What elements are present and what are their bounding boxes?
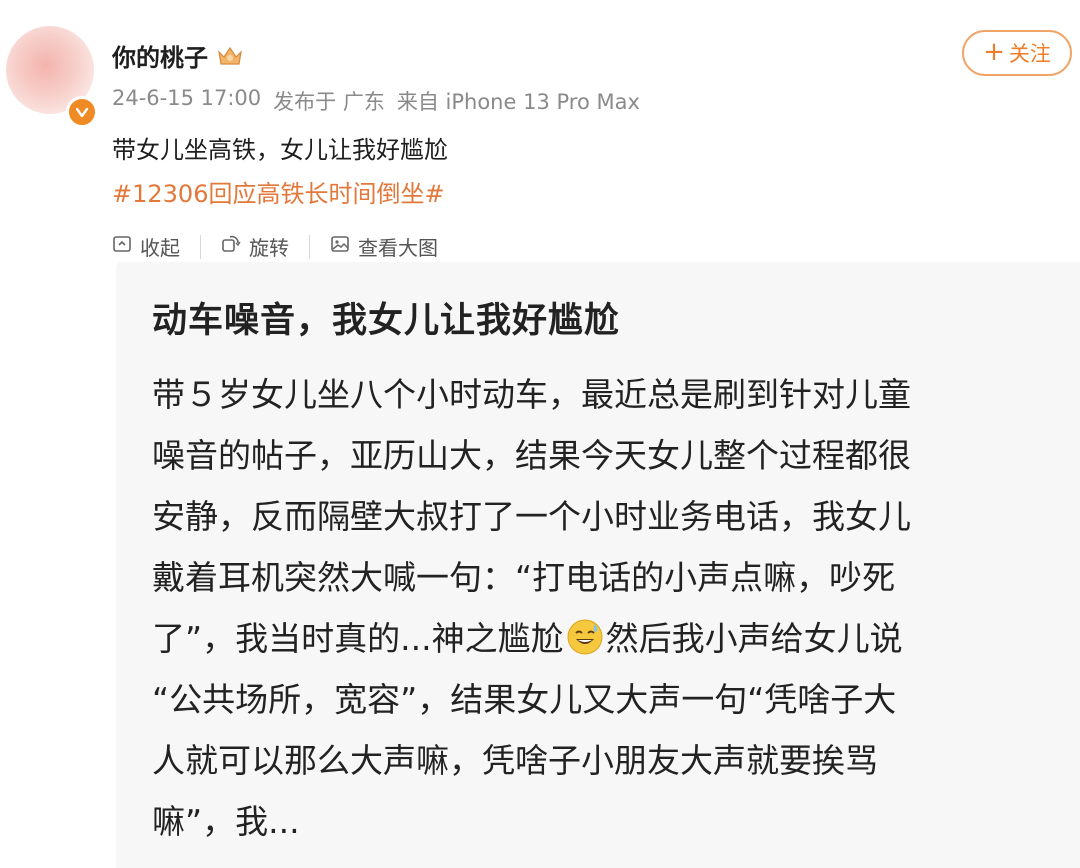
post-device: 来自 iPhone 13 Pro Max [396,90,640,114]
rotate-label: 旋转 [249,236,289,260]
view-large-button[interactable]: 查看大图 [330,232,438,261]
hashtag-link[interactable]: #12306回应高铁长时间倒坐# [112,174,445,209]
body-line: 戴着耳机突然大喊一句：“打电话的小声点嘛，吵死 [152,558,896,597]
collapse-icon [112,234,132,259]
body-line: 人就可以那么大声嘛，凭啥子小朋友大声就要挨骂 [152,741,878,780]
post-location: 发布于 广东 [273,90,385,114]
rotate-button[interactable]: 旋转 [221,232,289,261]
body-line: 嘛”，我... [152,802,300,841]
sweat-smile-emoji-icon [566,614,604,655]
body-line: 噪音的帖子，亚历山大，结果今天女儿整个过程都很 [152,436,911,475]
follow-label: 关注 [1008,42,1051,66]
post-text: 带女儿坐高铁，女儿让我好尴尬 [112,136,448,164]
toolbar-divider [200,234,201,259]
image-title: 动车噪音，我女儿让我好尴尬 [152,301,621,341]
follow-button[interactable]: + 关注 [962,30,1072,76]
post-image[interactable]: 动车噪音，我女儿让我好尴尬 带５岁女儿坐八个小时动车，最近总是刷到针对儿童 噪音… [116,262,1080,868]
post-time: 24-6-15 17:00 [112,86,262,110]
collapse-label: 收起 [140,236,180,260]
verified-badge-icon [66,96,98,128]
rotate-icon [221,234,241,259]
collapse-button[interactable]: 收起 [112,232,180,261]
body-line: 带５岁女儿坐八个小时动车，最近总是刷到针对儿童 [152,375,911,414]
body-line: 了”，我当时真的...神之尴尬 然后我小声给女儿说 [152,608,1032,669]
body-line: “公共场所，宽容”，结果女儿又大声一句“凭啥子大 [152,680,897,719]
image-body-text: 带５岁女儿坐八个小时动车，最近总是刷到针对儿童 噪音的帖子，亚历山大，结果今天女… [152,364,1032,852]
image-toolbar: 收起 旋转 查看大图 [112,232,438,261]
toolbar-divider [309,234,310,259]
body-line: 安静，反而隔壁大叔打了一个小时业务电话，我女儿 [152,497,911,536]
username-text[interactable]: 你的桃子 [112,38,208,73]
crown-icon [216,44,244,68]
plus-icon: + [983,37,1005,67]
body-line-part: 了”，我当时真的...神之尴尬 [152,619,564,658]
image-icon [330,234,350,259]
username[interactable]: 你的桃子 [112,38,244,73]
body-line-part: 然后我小声给女儿说 [605,619,903,658]
post-meta: 24-6-15 17:00 发布于 广东 来自 iPhone 13 Pro Ma… [112,86,640,116]
view-large-label: 查看大图 [358,236,438,260]
